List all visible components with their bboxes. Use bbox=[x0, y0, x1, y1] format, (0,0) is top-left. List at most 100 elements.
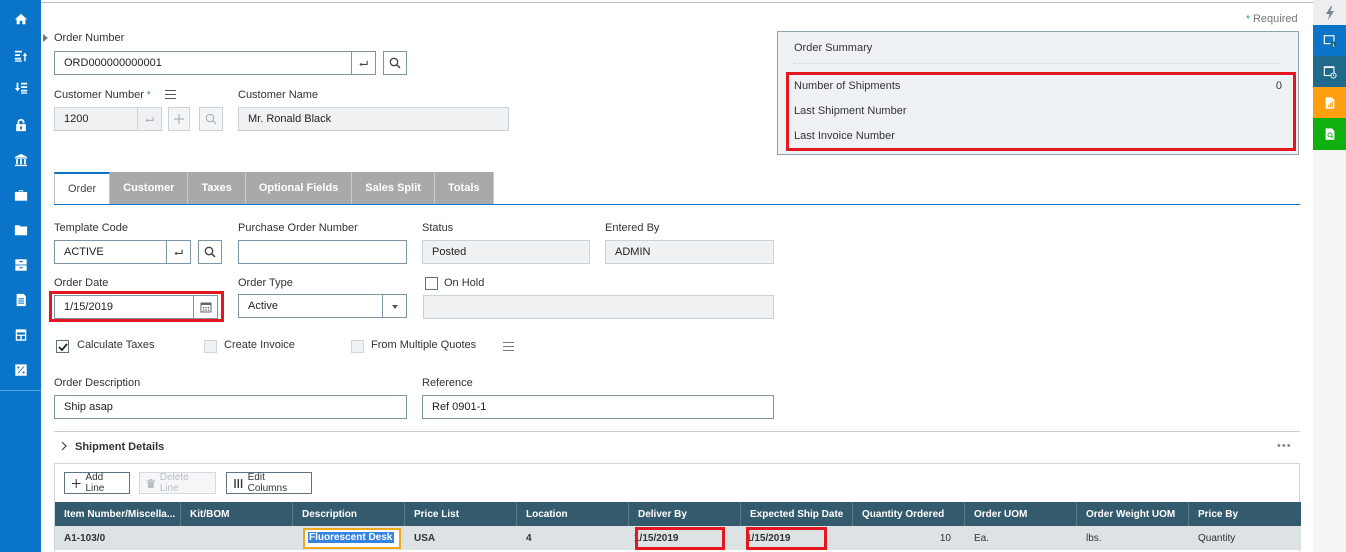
edit-columns-button[interactable]: Edit Columns bbox=[226, 472, 312, 494]
description-editor[interactable]: Fluorescent Desk L bbox=[303, 528, 401, 549]
cell-expected-ship-date[interactable]: 1/15/2019 bbox=[741, 526, 853, 550]
required-note: * Required bbox=[1246, 13, 1298, 25]
template-code-input[interactable]: ACTIVE bbox=[54, 240, 191, 264]
sort-ascending-icon[interactable] bbox=[0, 41, 41, 71]
cell-kit-bom[interactable] bbox=[181, 526, 293, 550]
on-hold-checkbox[interactable] bbox=[425, 277, 438, 290]
customer-number-label-text: Customer Number bbox=[54, 89, 144, 101]
cell-order-uom[interactable]: Ea. bbox=[965, 526, 1077, 550]
order-number-enter-button[interactable] bbox=[351, 52, 375, 74]
add-line-label: Add Line bbox=[85, 472, 105, 494]
cell-price-by[interactable]: Quantity bbox=[1189, 526, 1301, 550]
percent-icon[interactable] bbox=[0, 355, 41, 385]
right-toolbar: 1 bbox=[1313, 0, 1346, 552]
order-description-input[interactable]: Ship asap bbox=[54, 395, 407, 419]
column-header[interactable]: Item Number/Miscella... bbox=[55, 502, 181, 526]
tab-order[interactable]: Order bbox=[54, 172, 111, 204]
add-line-button[interactable]: Add Line bbox=[64, 472, 130, 494]
customer-number-value: 1200 bbox=[64, 113, 89, 125]
column-header[interactable]: Order UOM bbox=[965, 502, 1077, 526]
lightning-icon[interactable] bbox=[1313, 0, 1346, 25]
document-search-icon[interactable] bbox=[1313, 118, 1346, 150]
trash-icon bbox=[146, 478, 155, 488]
column-header[interactable]: Price List bbox=[405, 502, 517, 526]
customer-number-enter-button[interactable] bbox=[137, 108, 161, 130]
lock-icon[interactable] bbox=[0, 110, 41, 140]
order-number-input[interactable]: ORD000000000001 bbox=[54, 51, 376, 75]
required-mark: * bbox=[146, 90, 151, 101]
reference-input[interactable]: Ref 0901-1 bbox=[422, 395, 774, 419]
check-icon bbox=[58, 343, 68, 352]
order-type-select[interactable]: Active bbox=[238, 294, 407, 318]
tab-sales-split[interactable]: Sales Split bbox=[352, 172, 435, 204]
cell-deliver-by[interactable]: 1/15/2019 bbox=[629, 526, 741, 550]
column-header[interactable]: Order Weight UOM bbox=[1077, 502, 1189, 526]
column-header[interactable]: Expected Ship Date bbox=[741, 502, 853, 526]
expand-header-icon[interactable] bbox=[43, 34, 49, 42]
summary-label: Last Invoice Number bbox=[794, 130, 895, 142]
tab-optional-fields[interactable]: Optional Fields bbox=[245, 172, 353, 204]
cell-quantity-ordered[interactable]: 10 bbox=[853, 526, 965, 550]
po-number-label: Purchase Order Number bbox=[238, 222, 358, 234]
table-icon[interactable] bbox=[0, 320, 41, 350]
customer-add-button[interactable] bbox=[168, 107, 190, 131]
table-row[interactable]: A1-103/0 USA 4 1/15/2019 1/15/2019 10 Ea… bbox=[55, 526, 1301, 550]
cell-location[interactable]: 4 bbox=[517, 526, 629, 550]
tab-taxes[interactable]: Taxes bbox=[188, 172, 246, 204]
description-value: Fluorescent Desk L bbox=[308, 532, 394, 543]
entered-by-value: ADMIN bbox=[615, 246, 651, 258]
tab-customer[interactable]: Customer bbox=[110, 172, 189, 204]
column-header[interactable]: Kit/BOM bbox=[181, 502, 293, 526]
folder-icon[interactable] bbox=[0, 215, 41, 245]
order-number-search-button[interactable] bbox=[383, 51, 407, 75]
required-note-text: Required bbox=[1252, 13, 1298, 25]
shipment-details-title[interactable]: Shipment Details bbox=[75, 441, 164, 453]
from-multiple-quotes-checkbox[interactable] bbox=[351, 340, 364, 353]
multiple-quotes-menu-icon[interactable] bbox=[503, 342, 514, 351]
search-icon bbox=[389, 57, 401, 69]
left-nav bbox=[0, 0, 41, 552]
tab-bar: Order Customer Taxes Optional Fields Sal… bbox=[54, 172, 494, 204]
customer-search-button[interactable] bbox=[199, 107, 223, 131]
bank-icon[interactable] bbox=[0, 145, 41, 175]
template-code-enter-button[interactable] bbox=[166, 241, 190, 263]
chevron-down-icon bbox=[382, 295, 406, 317]
briefcase-icon[interactable] bbox=[0, 180, 41, 210]
customer-number-input[interactable]: 1200 bbox=[54, 107, 162, 131]
order-type-label: Order Type bbox=[238, 277, 293, 289]
status-label: Status bbox=[422, 222, 454, 234]
column-header[interactable]: Quantity Ordered bbox=[853, 502, 965, 526]
column-header[interactable]: Price By bbox=[1189, 502, 1301, 526]
cell-order-weight-uom[interactable]: lbs. bbox=[1077, 526, 1189, 550]
sort-descending-icon[interactable] bbox=[0, 73, 41, 103]
cabinet-icon[interactable] bbox=[0, 250, 41, 280]
report-icon[interactable] bbox=[1313, 87, 1346, 118]
window-badge-icon[interactable]: 1 bbox=[1313, 25, 1346, 56]
tab-totals[interactable]: Totals bbox=[434, 172, 494, 204]
reference-label: Reference bbox=[422, 377, 473, 389]
order-summary-divider bbox=[794, 63, 1282, 64]
calculate-taxes-checkbox[interactable] bbox=[56, 340, 69, 353]
enter-icon bbox=[145, 116, 154, 122]
column-header[interactable]: Location bbox=[517, 502, 629, 526]
document-icon[interactable] bbox=[0, 285, 41, 315]
window-clock-icon[interactable] bbox=[1313, 56, 1346, 87]
more-options-icon[interactable]: ••• bbox=[1277, 440, 1292, 452]
summary-label: Number of Shipments bbox=[794, 80, 901, 92]
cell-price-list[interactable]: USA bbox=[405, 526, 517, 550]
column-header[interactable]: Description bbox=[293, 502, 405, 526]
create-invoice-checkbox[interactable] bbox=[204, 340, 217, 353]
cell-item-number[interactable]: A1-103/0 bbox=[55, 526, 181, 550]
template-code-search-button[interactable] bbox=[198, 240, 222, 264]
column-header[interactable]: Deliver By bbox=[629, 502, 741, 526]
customer-number-menu-icon[interactable] bbox=[165, 90, 176, 99]
home-icon[interactable] bbox=[0, 4, 41, 34]
po-number-input[interactable] bbox=[238, 240, 407, 264]
chevron-right-icon[interactable] bbox=[60, 441, 68, 451]
order-date-calendar-button[interactable] bbox=[193, 296, 217, 318]
customer-name-input[interactable]: Mr. Ronald Black bbox=[238, 107, 509, 131]
nav-divider bbox=[0, 390, 41, 391]
status-input: Posted bbox=[422, 240, 590, 264]
order-date-input[interactable]: 1/15/2019 bbox=[54, 295, 218, 319]
delete-line-button[interactable]: Delete Line bbox=[139, 472, 216, 494]
